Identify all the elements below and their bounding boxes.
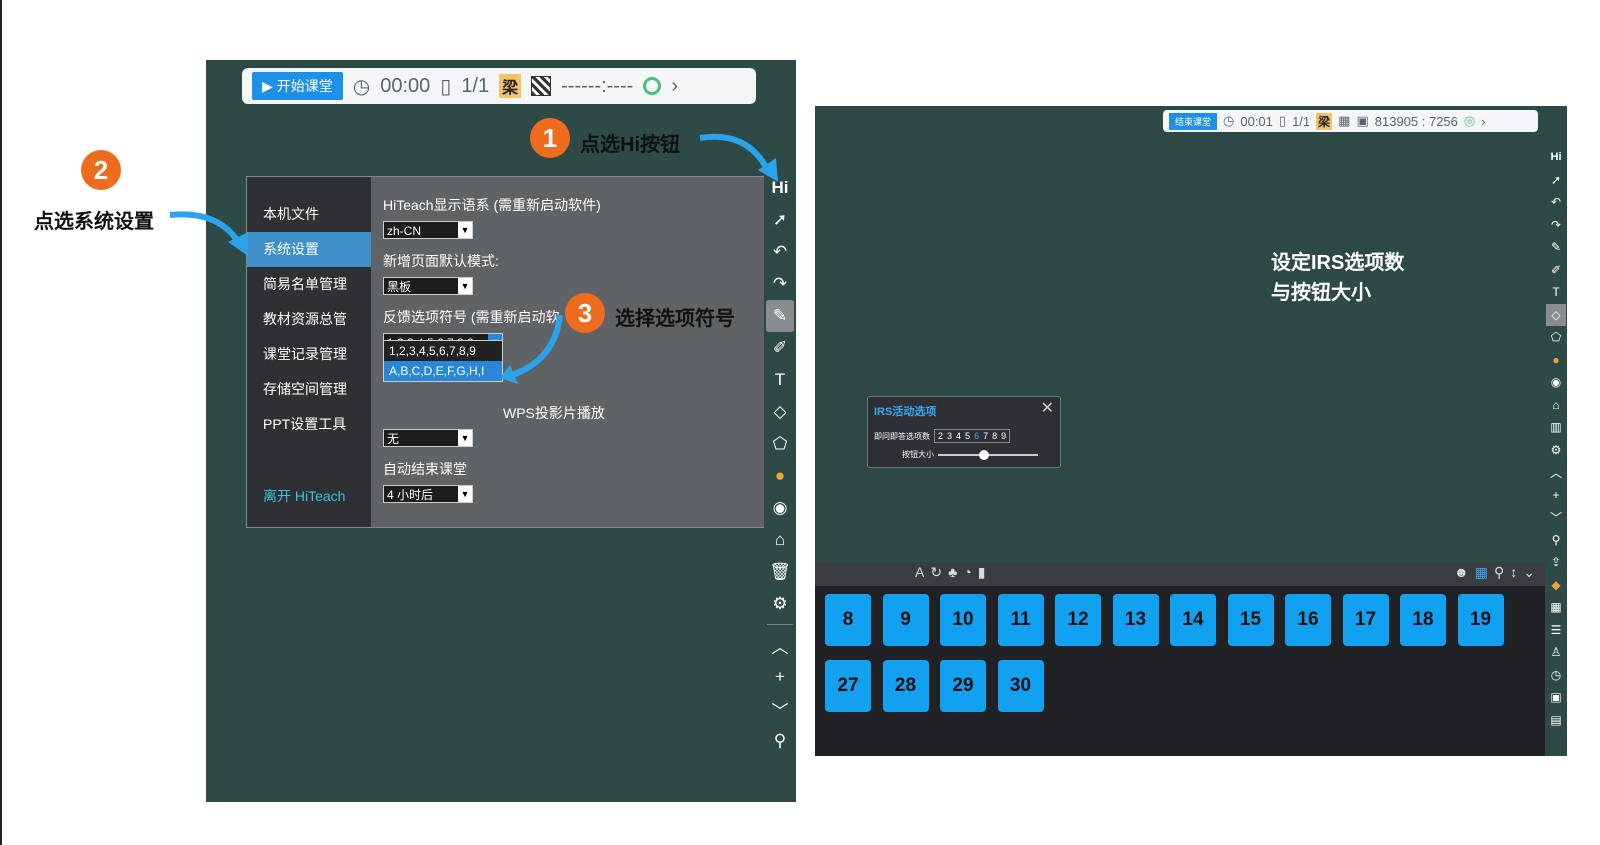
pointer-icon[interactable]: ➚ [1546, 169, 1566, 192]
refresh-icon[interactable]: ↻ [930, 564, 942, 581]
clock-icon: ◷ [1223, 113, 1235, 128]
seat-15[interactable]: 15 [1227, 594, 1274, 646]
seat-10[interactable]: 10 [940, 594, 986, 646]
trash-icon[interactable]: ▥ [1546, 416, 1566, 439]
chevron-right-icon[interactable]: › [1481, 114, 1485, 129]
gear-icon[interactable]: ⚙ [1546, 439, 1566, 462]
tag-icon[interactable]: ◆ [1546, 574, 1566, 597]
seat-14[interactable]: 14 [1170, 594, 1216, 646]
chevron-down-icon[interactable]: ﹀ [1546, 506, 1566, 529]
option-count-8[interactable]: 8 [992, 431, 997, 441]
end-class-button[interactable]: 结束课堂 [1169, 112, 1218, 130]
irs-options-dialog: IRS活动选项 ✕ 即问即答选项数 23456789 按钮大小 [867, 396, 1061, 468]
image-icon[interactable]: ▣ [1546, 686, 1566, 709]
option-count-5[interactable]: 5 [965, 431, 970, 441]
timer-right: 00:01 [1240, 113, 1273, 129]
arrow-step2 [169, 211, 243, 247]
option-count-7[interactable]: 7 [983, 431, 988, 441]
eraser-icon[interactable]: ◇ [1546, 303, 1566, 326]
palette-icon[interactable]: ● [1546, 349, 1566, 372]
irs-hint-text: 设定IRS选项数 与按钮大小 [1271, 252, 1405, 304]
student-bar: A ↻ ♣ ◔ ▮ ☻ ▦ ⚲ ↕ ⌄ [815, 562, 1545, 586]
class-code-right: 813905 : 7256 [1374, 113, 1458, 129]
seat-19[interactable]: 19 [1457, 594, 1504, 646]
camera-icon[interactable]: ◉ [1546, 371, 1566, 394]
people-icon[interactable]: ☻ [1454, 564, 1469, 581]
signal-icon: ◎ [1463, 113, 1476, 128]
seat-9[interactable]: 9 [882, 594, 929, 646]
option-count-2[interactable]: 2 [938, 431, 943, 441]
user-badge-right[interactable]: 梁 [1316, 112, 1333, 130]
qr-code-icon[interactable]: ▦ [1338, 113, 1350, 129]
student-bar-tools: A ↻ ♣ ◔ ▮ [915, 564, 985, 581]
seat-28[interactable]: 28 [882, 660, 929, 712]
filter-icon[interactable]: ⚲ [1494, 564, 1504, 581]
group-icon[interactable]: ♣ [948, 564, 957, 581]
marker-icon[interactable]: ✐ [1546, 259, 1566, 282]
bar-chart-icon[interactable]: ▮ [978, 564, 986, 581]
irs-option-count-row: 即问即答选项数 23456789 [874, 429, 1011, 443]
irs-button-size-row: 按钮大小 [902, 449, 1038, 460]
option-count-9[interactable]: 9 [1001, 431, 1006, 441]
clear-icon[interactable]: ⌂ [1546, 394, 1566, 417]
chevron-up-icon[interactable]: ︿ [1546, 461, 1566, 484]
export-icon[interactable]: ▤ [1546, 709, 1566, 732]
student-bar-actions: ☻ ▦ ⚲ ↕ ⌄ [1454, 564, 1535, 581]
search-icon[interactable]: ⚲ [1546, 529, 1566, 552]
seat-29[interactable]: 29 [940, 660, 986, 712]
seat-27[interactable]: 27 [825, 660, 871, 712]
seat-12[interactable]: 12 [1055, 594, 1101, 646]
option-count-6[interactable]: 6 [974, 431, 979, 441]
pie-chart-icon[interactable]: ◔ [963, 564, 971, 581]
seat-18[interactable]: 18 [1400, 594, 1446, 646]
slider-knob[interactable] [979, 449, 989, 460]
person-icon: ▣ [1356, 113, 1369, 128]
option-count-4[interactable]: 4 [956, 431, 961, 441]
seat-8[interactable]: 8 [825, 594, 871, 646]
share-icon[interactable]: ⇪ [1546, 551, 1566, 574]
pen-icon[interactable]: ✎ [1546, 236, 1566, 259]
sort-icon[interactable]: ↕ [1510, 564, 1517, 581]
text-icon[interactable]: T [1546, 281, 1566, 304]
seat-11[interactable]: 11 [997, 594, 1044, 646]
irs-title: IRS活动选项 [874, 406, 937, 418]
list-icon[interactable]: ☰ [1546, 619, 1566, 642]
page-icon: ▯ [1278, 113, 1287, 128]
side-toolbar-right: Hi ➚ ↶ ↷ ✎ ✐ T ◇ ⬠ ● ◉ ⌂ ▥ ⚙ ︿ + ﹀ ⚲ ⇪ ◆… [1545, 146, 1567, 736]
button-size-slider[interactable] [938, 449, 1038, 460]
timer-icon[interactable]: ◷ [1546, 664, 1566, 687]
hi-button-right[interactable]: Hi [1546, 146, 1566, 169]
seat-grid: 8 9 10 11 12 13 14 15 16 17 18 19 27 28 29 30 [815, 586, 1545, 756]
page-count-right: 1/1 [1292, 113, 1311, 129]
seat-13[interactable]: 13 [1112, 594, 1159, 646]
right-screenshot: 结束课堂 ◷ 00:01 ▯ 1/1 梁 ▦ ▣ 813905 : 7256 ◎… [815, 106, 1567, 756]
collapse-icon[interactable]: ⌄ [1523, 564, 1535, 581]
arrow-step3 [510, 314, 563, 378]
option-count-3[interactable]: 3 [947, 431, 952, 441]
redo-icon[interactable]: ↷ [1546, 214, 1566, 237]
option-count-picker: 23456789 [934, 429, 1011, 443]
seat-30[interactable]: 30 [997, 660, 1044, 712]
seat-16[interactable]: 16 [1285, 594, 1331, 646]
plus-icon[interactable]: + [1546, 484, 1566, 507]
undo-icon[interactable]: ↶ [1546, 191, 1566, 214]
close-icon[interactable]: ✕ [1041, 398, 1054, 418]
user-icon[interactable]: ♙ [1546, 641, 1566, 664]
fill-icon[interactable]: ⬠ [1546, 326, 1566, 349]
font-icon[interactable]: A [915, 564, 924, 581]
grid-icon[interactable]: ▦ [1546, 596, 1566, 619]
seat-17[interactable]: 17 [1342, 594, 1389, 646]
grid-view-icon[interactable]: ▦ [1475, 564, 1488, 581]
top-toolbar-right: 结束课堂 ◷ 00:01 ▯ 1/1 梁 ▦ ▣ 813905 : 7256 ◎… [1163, 110, 1538, 132]
